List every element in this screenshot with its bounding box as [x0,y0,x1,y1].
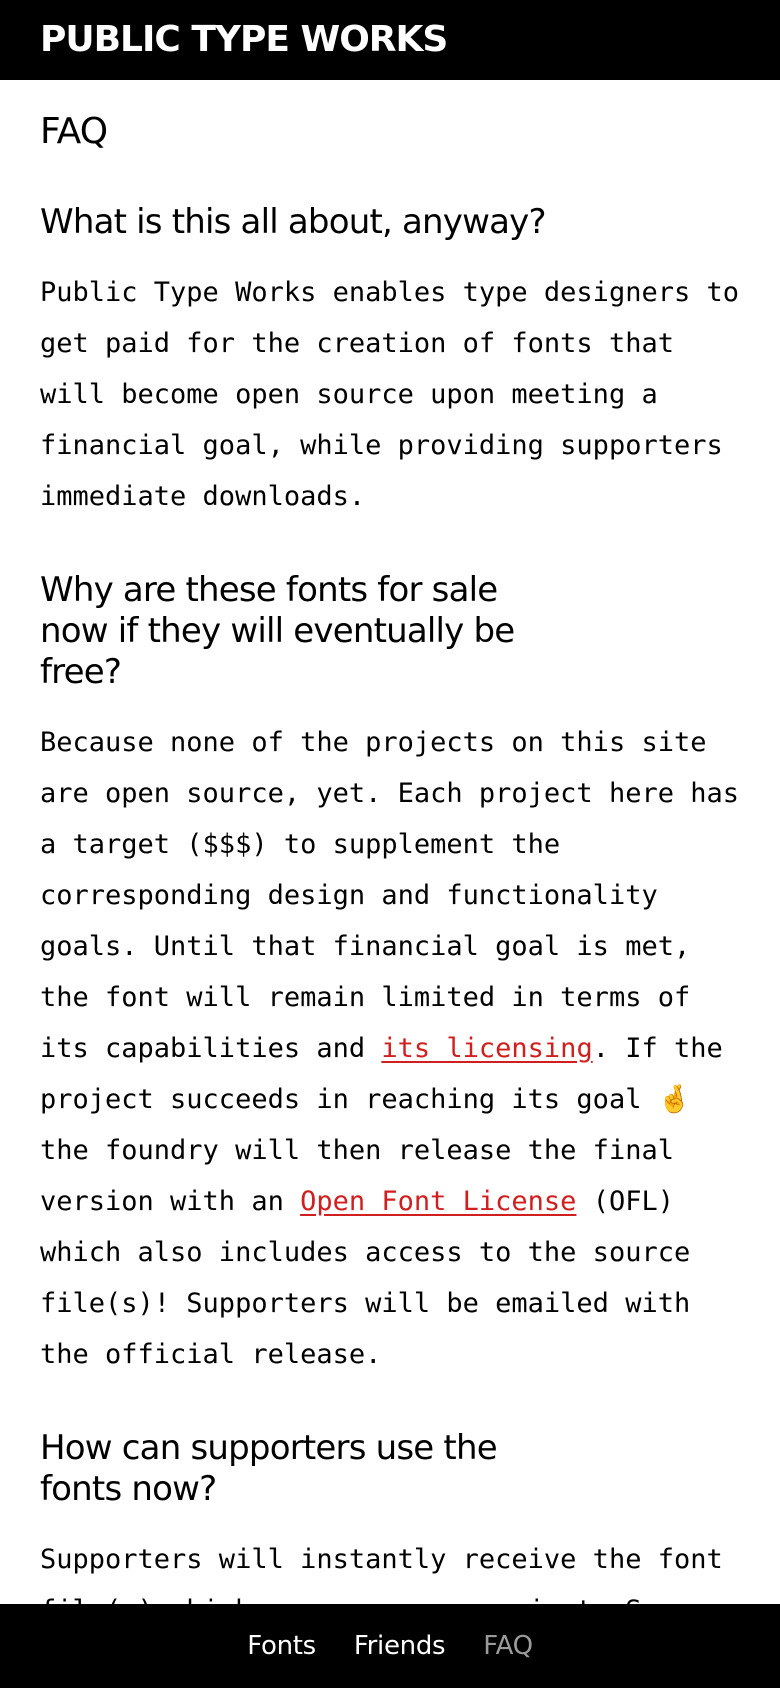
site-header: PUBLIC TYPE WORKS [0,0,780,80]
nav-faq[interactable]: FAQ [483,1630,533,1662]
faq-answer: Supporters will instantly receive the fo… [40,1544,723,1604]
faq-answer: Public Type Works enables type designers… [40,277,739,512]
open-font-license-link[interactable]: Open Font License [300,1186,576,1217]
page-title: FAQ [40,111,108,152]
faq-item-what-is-this: What is this all about, anyway? Public T… [40,202,750,522]
faq-content: FAQ What is this all about, anyway? Publ… [40,80,750,1604]
faq-question: How can supporters use the fonts now? [40,1428,498,1509]
faq-item-how-use: How can supporters use the fonts now? Su… [40,1428,750,1604]
faq-item-why-for-sale: Why are these fonts for sale now if they… [40,570,750,1380]
nav-friends[interactable]: Friends [354,1630,446,1662]
nav-fonts[interactable]: Fonts [247,1630,316,1662]
licensing-link[interactable]: its licensing [381,1033,592,1064]
faq-question: What is this all about, anyway? [40,202,547,242]
site-title[interactable]: PUBLIC TYPE WORKS [40,18,448,62]
bottom-nav: Fonts Friends FAQ [0,1604,780,1688]
faq-answer: Because none of the projects on this sit… [40,717,750,1380]
faq-answer-text: Because none of the projects on this sit… [40,727,739,1064]
faq-question: Why are these fonts for sale now if they… [40,570,515,692]
